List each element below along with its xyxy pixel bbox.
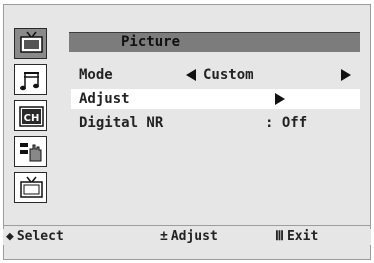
footer-exit-label: Exit	[286, 229, 319, 244]
footer-adjust-label: Adjust	[170, 229, 218, 244]
menu-title-bar: Picture	[69, 32, 360, 52]
menu-row-mode[interactable]: Mode Custom	[71, 65, 360, 85]
menu-row-digital-nr[interactable]: Digital NR : Off	[71, 113, 360, 133]
select-diamond-icon: ◆	[6, 229, 14, 244]
footer-select: ◆ Select	[6, 229, 64, 244]
channel-icon-label: CH	[24, 113, 40, 124]
exit-menu-icon: Ⅲ	[275, 229, 284, 244]
digital-nr-value: : Off	[265, 115, 308, 131]
footer-exit: Ⅲ Exit	[275, 229, 318, 244]
mode-right-arrow-icon[interactable]	[341, 69, 351, 81]
hand-setup-icon[interactable]	[14, 136, 47, 167]
footer-help: ◆ Select ± Adjust Ⅲ Exit	[3, 229, 371, 245]
menu-title: Picture	[121, 34, 181, 50]
footer-adjust: ± Adjust	[160, 229, 218, 244]
mode-value: Custom	[203, 67, 254, 83]
footer-select-label: Select	[16, 229, 64, 244]
adjust-plusminus-icon: ±	[160, 229, 168, 244]
tv-picture-icon[interactable]	[14, 28, 47, 59]
footer-separator	[3, 225, 371, 226]
channel-icon[interactable]: CH	[14, 100, 47, 131]
menu-row-adjust[interactable]: Adjust	[71, 89, 360, 109]
adjust-right-arrow-icon[interactable]	[275, 93, 285, 105]
digital-nr-label: Digital NR	[79, 115, 164, 131]
osd-menu-panel: Picture CH Mode Custom Adjust Digital NR…	[3, 4, 371, 260]
mode-label: Mode	[79, 67, 113, 83]
mode-left-arrow-icon[interactable]	[186, 69, 196, 81]
tv-input-icon[interactable]	[14, 172, 47, 203]
music-sound-icon[interactable]	[14, 64, 47, 95]
adjust-label: Adjust	[79, 91, 130, 107]
